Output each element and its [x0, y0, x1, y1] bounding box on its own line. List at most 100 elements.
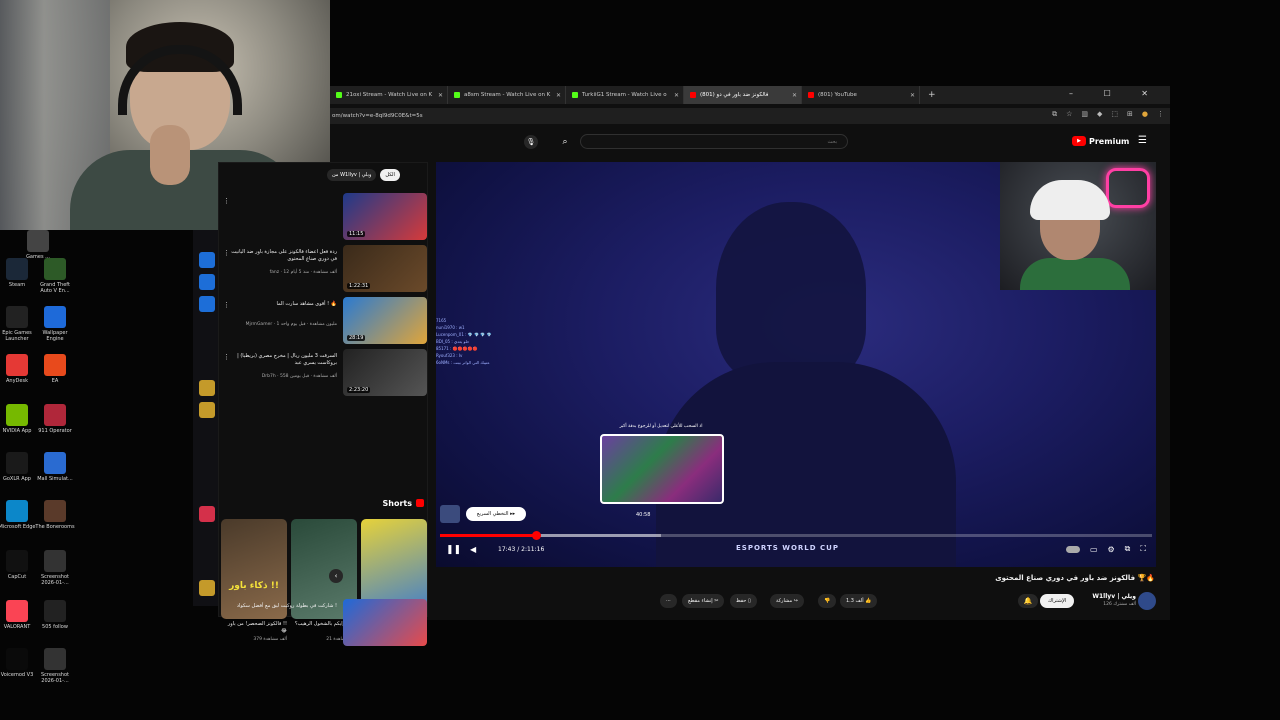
- video-duration: 28:19: [347, 335, 366, 341]
- desktop-icon[interactable]: NVIDIA App: [0, 404, 37, 434]
- clip-button[interactable]: إنشاء مقطع ✂: [682, 594, 725, 608]
- window-controls[interactable]: – ☐ ✕: [1069, 89, 1162, 98]
- desktop-icon[interactable]: Voicemod V3: [0, 648, 37, 678]
- bell-icon[interactable]: 🔔: [1018, 594, 1038, 608]
- profile-icon[interactable]: ●: [1142, 110, 1148, 119]
- player-right-controls: ▭ ⚙ ⧉ ⛶: [1065, 544, 1146, 554]
- address-bar[interactable]: om/watch?v=e-8qI9d9C0E&t=5s ⧉ ☆ ▥ ◆ ⬚ ⊞ …: [330, 108, 1170, 124]
- desktop-icon[interactable]: Mall Simulat...: [35, 452, 75, 482]
- puzzle-icon[interactable]: ⬚: [1111, 110, 1118, 119]
- channel-watermark[interactable]: [440, 505, 460, 523]
- volume-icon[interactable]: ◀: [470, 545, 476, 554]
- like-button[interactable]: 1.3 ألف 👍: [840, 594, 878, 608]
- browser-tab[interactable]: (801) YouTube ✕: [802, 86, 920, 104]
- channel-avatar[interactable]: [1138, 592, 1156, 610]
- video-thumbnail[interactable]: 28:19: [343, 297, 427, 344]
- desktop-icon[interactable]: Screenshot 2026-01-...: [35, 550, 75, 586]
- browser-tab[interactable]: TurkiiG1 Stream - Watch Live o ✕: [566, 86, 684, 104]
- app-icon[interactable]: [199, 402, 215, 418]
- recommendation-item[interactable]: شاركت في بطولة روكيت ليق مع أفضل سكواد !: [219, 599, 429, 649]
- desktop-icon[interactable]: Microsoft Edge: [0, 500, 37, 530]
- close-tab-icon[interactable]: ✕: [556, 92, 561, 99]
- desktop-icon[interactable]: Wallpaper Engine: [35, 306, 75, 342]
- recommendation-item[interactable]: 1:22:31 ردة فعل اعضاء فالكونز على مجازة ب…: [219, 245, 429, 295]
- desktop-icon[interactable]: Steam: [0, 258, 37, 288]
- video-thumbnail[interactable]: 11:15: [343, 193, 427, 240]
- app-icon[interactable]: [199, 506, 215, 522]
- desktop-icon[interactable]: 505 follow: [35, 600, 75, 630]
- desktop-icon[interactable]: GoXLR App: [0, 452, 37, 482]
- video-title[interactable]: السرقت 3 مليون ريال | مخرج مصري (بريطيا)…: [227, 353, 337, 367]
- progress-bar[interactable]: [440, 531, 1152, 540]
- desktop-icon[interactable]: CapCut: [0, 550, 37, 580]
- app-icon[interactable]: [199, 580, 215, 596]
- app-icon[interactable]: [199, 380, 215, 396]
- search-icon[interactable]: ⌕: [554, 133, 576, 151]
- browser-tab[interactable]: 21oxi Stream - Watch Live on K ✕: [330, 86, 448, 104]
- video-title[interactable]: ردة فعل اعضاء فالكونز على مجازة باور ضد …: [227, 249, 337, 263]
- video-thumbnail[interactable]: 1:22:31: [343, 245, 427, 292]
- search-input[interactable]: [580, 134, 848, 149]
- settings-gear-icon[interactable]: ⚙: [1108, 545, 1115, 554]
- miniplayer-icon[interactable]: ⧉: [1125, 544, 1131, 554]
- close-tab-icon[interactable]: ✕: [910, 92, 915, 99]
- more-options-icon[interactable]: ⋮: [223, 353, 230, 361]
- browser-tab[interactable]: a8sm Stream - Watch Live on K ✕: [448, 86, 566, 104]
- close-tab-icon[interactable]: ✕: [792, 92, 797, 99]
- video-thumbnail[interactable]: [343, 599, 427, 646]
- desktop-icon[interactable]: The Bonerooms: [35, 500, 75, 530]
- close-tab-icon[interactable]: ✕: [438, 92, 443, 99]
- autoplay-toggle[interactable]: [1065, 545, 1080, 553]
- menu-dots-icon[interactable]: ⋮: [1157, 110, 1164, 119]
- more-actions-button[interactable]: ⋯: [660, 594, 677, 608]
- desktop-icon[interactable]: Epic Games Launcher: [0, 306, 37, 342]
- scrubber-handle[interactable]: [532, 531, 542, 540]
- hamburger-menu-icon[interactable]: ☰: [1138, 135, 1147, 146]
- filter-chip[interactable]: الكل: [380, 169, 400, 181]
- desktop-icon[interactable]: 911 Operator: [35, 404, 75, 434]
- star-icon[interactable]: ☆: [1066, 110, 1072, 119]
- recommendation-item[interactable]: 2:23:20 السرقت 3 مليون ريال | مخرج مصري (…: [219, 349, 429, 399]
- more-options-icon[interactable]: ⋮: [223, 301, 230, 309]
- youtube-premium-logo[interactable]: ▶ Premium: [1072, 136, 1129, 146]
- video-player[interactable]: 7165 nuni1970 : w1 Lucenpom_01 : 💎 💎 💎 💎 BD…: [436, 162, 1156, 567]
- close-tab-icon[interactable]: ✕: [674, 92, 679, 99]
- more-options-icon[interactable]: ⋮: [223, 197, 230, 205]
- sidebar-icon[interactable]: ⊞: [1127, 110, 1133, 119]
- fullscreen-icon[interactable]: ⛶: [1140, 544, 1146, 554]
- channel-name[interactable]: W1llyv | ويلي: [1076, 593, 1136, 600]
- app-icon[interactable]: [199, 296, 215, 312]
- video-duration: 2:23:20: [347, 387, 371, 393]
- cast-icon[interactable]: ⧉: [1052, 110, 1057, 119]
- desktop-icon[interactable]: Grand Theft Auto V En...: [35, 258, 75, 294]
- url-text[interactable]: om/watch?v=e-8qI9d9C0E&t=5s: [332, 113, 423, 119]
- app-icon[interactable]: [199, 252, 215, 268]
- more-options-icon[interactable]: ⋮: [223, 249, 230, 257]
- app-icon[interactable]: [199, 274, 215, 290]
- video-title[interactable]: شاركت في بطولة روكيت ليق مع أفضل سكواد !: [227, 603, 337, 610]
- chevron-left-icon[interactable]: ‹: [329, 569, 343, 583]
- dislike-button[interactable]: 👎: [818, 594, 837, 608]
- pause-icon[interactable]: ❚❚: [446, 545, 461, 555]
- video-thumbnail[interactable]: 2:23:20: [343, 349, 427, 396]
- desktop-icon[interactable]: AnyDesk: [0, 354, 37, 384]
- filter-chip[interactable]: من W1llyv | ويلي: [327, 169, 377, 181]
- desktop-icon[interactable]: VALORANT: [0, 600, 37, 630]
- desktop-icon[interactable]: EA: [35, 354, 75, 384]
- recommendation-item[interactable]: 28:19 أقوى مشاهد سارت الما ! 🔥 MjrmGamer ·…: [219, 297, 429, 347]
- skip-forward-button[interactable]: التخطي السريع ▸▸: [466, 507, 526, 521]
- desktop-icon-label: Wallpaper Engine: [42, 330, 68, 342]
- video-title[interactable]: أقوى مشاهد سارت الما ! 🔥: [227, 301, 337, 308]
- recommendation-item[interactable]: 11:15 ⋮: [219, 193, 429, 243]
- mic-icon[interactable]: 🎙: [524, 135, 538, 149]
- share-button[interactable]: مشاركة ↪: [770, 594, 804, 608]
- subtitles-icon[interactable]: ▭: [1090, 545, 1098, 554]
- extension-icon[interactable]: ◆: [1097, 110, 1102, 119]
- extension-icon[interactable]: ▥: [1081, 110, 1088, 119]
- desktop-icon[interactable]: Games ...: [18, 230, 58, 260]
- subscribe-button[interactable]: الإشتراك: [1040, 594, 1075, 608]
- desktop-icon[interactable]: Screenshot 2026-01-...: [35, 648, 75, 684]
- new-tab-button[interactable]: +: [928, 90, 936, 100]
- browser-tab[interactable]: (801) فالكونز ضد باور في دو ✕: [684, 86, 802, 104]
- save-button[interactable]: حفظ ▯: [730, 594, 757, 608]
